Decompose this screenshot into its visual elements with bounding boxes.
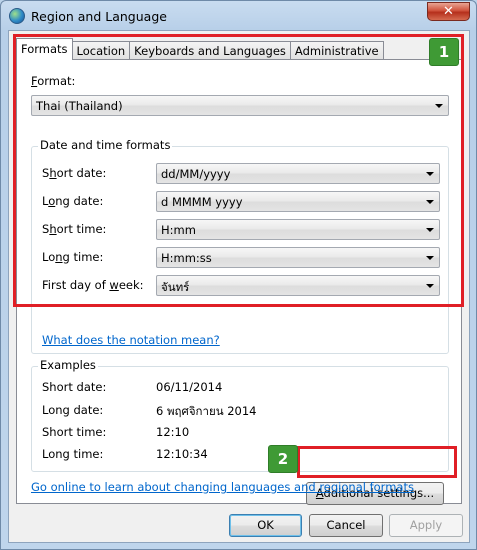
chevron-down-icon xyxy=(426,228,434,232)
example-short-date-value: 06/11/2014 xyxy=(156,380,223,394)
date-time-formats-title: Date and time formats xyxy=(38,138,173,152)
ok-button[interactable]: OK xyxy=(229,514,302,537)
tab-strip: Formats Location Keyboards and Languages… xyxy=(16,38,384,60)
tab-location[interactable]: Location xyxy=(71,41,131,60)
short-time-select[interactable]: H:mm xyxy=(156,219,440,240)
example-short-time-value: 12:10 xyxy=(156,425,190,439)
example-short-time-label: Short time: xyxy=(42,425,107,439)
short-date-select[interactable]: dd/MM/yyyy xyxy=(156,163,440,184)
first-day-of-week-select[interactable]: จันทร์ xyxy=(156,275,440,296)
long-time-select[interactable]: H:mm:ss xyxy=(156,247,440,268)
callout-badge-1: 1 xyxy=(429,38,459,66)
example-long-date-value: 6 พฤศจิกายน 2014 xyxy=(156,404,257,418)
example-long-time-value: 12:10:34 xyxy=(156,447,208,461)
chevron-down-icon xyxy=(435,104,443,108)
example-long-date-label: Long date: xyxy=(42,403,104,417)
window-title: Region and Language xyxy=(31,9,167,24)
title-bar[interactable]: Region and Language ✕ xyxy=(1,1,476,31)
format-value: Thai (Thailand) xyxy=(36,99,123,113)
date-time-formats-group: Date and time formats Short date: dd/MM/… xyxy=(31,138,449,354)
examples-group: Examples Short date: 06/11/2014 Long dat… xyxy=(31,358,449,472)
cancel-button[interactable]: Cancel xyxy=(309,514,383,537)
apply-button[interactable]: Apply xyxy=(389,514,463,537)
chevron-down-icon xyxy=(426,256,434,260)
long-date-value: d MMMM yyyy xyxy=(161,195,243,209)
example-long-time-label: Long time: xyxy=(42,447,104,461)
short-time-value: H:mm xyxy=(161,223,196,237)
long-date-select[interactable]: d MMMM yyyy xyxy=(156,191,440,212)
example-short-date-label: Short date: xyxy=(42,380,107,394)
tab-keyboards-and-languages[interactable]: Keyboards and Languages xyxy=(129,41,291,60)
globe-icon xyxy=(9,8,25,24)
first-day-of-week-label: First day of week: xyxy=(42,278,144,292)
format-select[interactable]: Thai (Thailand) xyxy=(31,95,449,116)
short-date-value: dd/MM/yyyy xyxy=(161,167,231,181)
callout-badge-2: 2 xyxy=(268,445,298,473)
dialog-body: Formats Location Keyboards and Languages… xyxy=(8,30,470,543)
long-date-label: Long date: xyxy=(42,194,104,208)
notation-help-link[interactable]: What does the notation mean? xyxy=(42,333,220,347)
online-help-link[interactable]: Go online to learn about changing langua… xyxy=(31,480,414,494)
tab-administrative[interactable]: Administrative xyxy=(289,41,384,60)
format-label: Format: xyxy=(31,74,76,88)
first-day-of-week-value: จันทร์ xyxy=(161,280,190,294)
region-language-window: Region and Language ✕ Formats Location K… xyxy=(0,0,477,550)
tab-formats[interactable]: Formats xyxy=(16,38,73,60)
chevron-down-icon xyxy=(426,200,434,204)
formats-panel: Format: Thai (Thailand) Date and time fo… xyxy=(16,59,462,505)
long-time-value: H:mm:ss xyxy=(161,251,212,265)
close-button[interactable]: ✕ xyxy=(427,2,470,21)
short-date-label: Short date: xyxy=(42,166,107,180)
examples-title: Examples xyxy=(38,358,98,372)
chevron-down-icon xyxy=(426,284,434,288)
short-time-label: Short time: xyxy=(42,222,107,236)
long-time-label: Long time: xyxy=(42,250,104,264)
chevron-down-icon xyxy=(426,172,434,176)
